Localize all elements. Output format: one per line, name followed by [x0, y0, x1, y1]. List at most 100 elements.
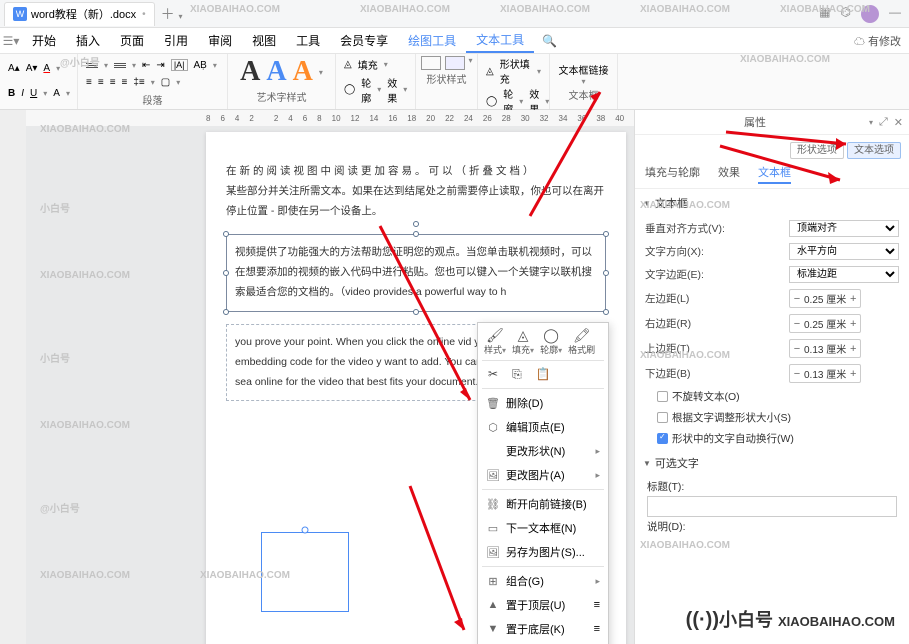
chk-norotate[interactable] — [657, 391, 668, 402]
wordart-style-3[interactable]: A — [293, 56, 313, 88]
paste-icon[interactable]: 📋 — [536, 367, 551, 382]
left-margin-spinner[interactable]: −0.25 厘米+ — [789, 289, 861, 308]
ctx-changeshape[interactable]: 更改形状(N)▸ — [478, 439, 608, 463]
add-tab-button[interactable]: ＋ ▾ — [161, 4, 183, 24]
ctx-nextbox[interactable]: ▭下一文本框(N) — [478, 516, 608, 540]
bold-icon[interactable]: B — [8, 88, 15, 99]
copy-icon[interactable]: ⎘ — [512, 367, 522, 382]
ctx-outline[interactable]: ◯轮廓▾ — [540, 327, 562, 356]
menu-texttool[interactable]: 文本工具 — [466, 28, 534, 53]
chk-resize[interactable] — [657, 412, 668, 423]
left-margin-label: 左边距(L) — [645, 291, 789, 306]
ctx-group[interactable]: ⊞组合(G)▸ — [478, 569, 608, 593]
shape-style-1[interactable] — [421, 56, 441, 70]
ctx-editpoints[interactable]: ⬡编辑顶点(E) — [478, 415, 608, 439]
menu-dropdown[interactable]: ☰▾ — [0, 34, 22, 48]
doc-tab[interactable]: W word教程（新）.docx • — [4, 2, 155, 26]
alt-title-input[interactable] — [647, 496, 897, 517]
wordart-style-2[interactable]: A — [266, 56, 286, 88]
menu-view[interactable]: 视图 — [242, 28, 286, 53]
bottom-margin-spinner[interactable]: −0.13 厘米+ — [789, 364, 861, 383]
italic-icon[interactable]: I — [21, 88, 24, 99]
align-left-icon[interactable]: ≡ — [86, 77, 92, 88]
align-center-icon[interactable]: ≡ — [98, 77, 104, 88]
font-color-icon[interactable]: A — [43, 63, 50, 74]
highlight-icon[interactable]: A — [53, 88, 60, 99]
brand-badge: ((·))小白号 XIAOBAIHAO.COM — [682, 604, 899, 634]
top-margin-label: 上边距(T) — [645, 341, 789, 356]
close-icon[interactable]: ✕ — [894, 116, 903, 129]
ctx-style[interactable]: 🖌样式▾ — [484, 327, 506, 356]
section-alt[interactable]: ▼可选文字 — [635, 449, 909, 477]
ctx-top-layer[interactable]: ▲置于顶层(U)≡ — [478, 593, 608, 617]
shape-fill-icon[interactable]: ◬ — [486, 66, 494, 77]
ctx-breaklink[interactable]: ⛓断开向前链接(B) — [478, 492, 608, 516]
valign-select[interactable]: 顶端对齐 — [789, 220, 899, 237]
alt-title-label: 标题(T): — [647, 479, 897, 494]
textbox-1-content: 视频提供了功能强大的方法帮助您证明您的观点。当您单击联机视频时，可以在想要添加的… — [235, 246, 592, 298]
shading-icon[interactable]: ▢ — [161, 77, 170, 88]
menu-tool[interactable]: 工具 — [286, 28, 330, 53]
align-justify-icon[interactable]: ≡ — [122, 77, 128, 88]
textdir-select[interactable]: 水平方向 — [789, 243, 899, 260]
subtab-fill[interactable]: 填充与轮廓 — [645, 164, 700, 184]
right-margin-label: 右边距(R) — [645, 316, 789, 331]
subtab-textbox[interactable]: 文本框 — [758, 164, 791, 184]
bottom-margin-label: 下边距(B) — [645, 366, 789, 381]
text-direction-icon[interactable]: |A| — [171, 59, 188, 71]
vertical-ruler — [0, 110, 26, 644]
ctx-savepic[interactable]: 🖼另存为图片(S)... — [478, 540, 608, 564]
properties-panel: 属性▾ ⤢ ✕ 形状选项 文本选项 填充与轮廓 效果 文本框 ▼文本框 垂直对齐… — [634, 110, 909, 644]
minimize-icon[interactable]: — — [889, 5, 901, 23]
list-bullet-icon[interactable] — [86, 62, 98, 69]
search-icon[interactable]: 🔍 — [534, 34, 565, 48]
shape-outline-icon[interactable]: ◯ — [486, 96, 497, 107]
right-margin-spinner[interactable]: −0.25 厘米+ — [789, 314, 861, 333]
list-number-icon[interactable] — [114, 62, 126, 69]
menu-drawtool[interactable]: 绘图工具 — [398, 28, 466, 53]
group-para-label: 段落 — [86, 91, 219, 107]
text-fill-icon[interactable]: ◬ — [344, 59, 352, 70]
subtab-effect[interactable]: 效果 — [718, 164, 740, 184]
avatar[interactable] — [861, 5, 879, 23]
ctx-formatbrush[interactable]: 🖍格式刷 — [568, 327, 595, 356]
pop-out-icon[interactable]: ⤢ — [879, 116, 888, 129]
indent-right-icon[interactable]: ⇥ — [156, 60, 164, 71]
shape-style-2[interactable] — [445, 56, 465, 70]
top-margin-spinner[interactable]: −0.13 厘米+ — [789, 339, 861, 358]
context-menu: 🖌样式▾ ◬填充▾ ◯轮廓▾ 🖍格式刷 ✂ ⎘ 📋 🗑删除(D) ⬡编辑顶点(E… — [477, 322, 609, 644]
underline-icon[interactable]: U — [30, 88, 37, 99]
char-spacing-icon[interactable]: AḄ — [194, 60, 207, 71]
align-right-icon[interactable]: ≡ — [110, 77, 116, 88]
cut-icon[interactable]: ✂ — [488, 367, 498, 382]
blue-rectangle[interactable] — [261, 532, 349, 612]
menu-reference[interactable]: 引用 — [154, 28, 198, 53]
ctx-fill[interactable]: ◬填充▾ — [512, 327, 534, 356]
page-text-line1: 在新的阅读视图中阅读更加容易。可以（折叠文档） — [226, 162, 606, 182]
valign-label: 垂直对齐方式(V): — [645, 221, 789, 236]
ctx-bottom-layer[interactable]: ▼置于底层(K)≡ — [478, 617, 608, 641]
chk-autowrap[interactable] — [657, 433, 668, 444]
textbox-1[interactable]: 视频提供了功能强大的方法帮助您证明您的观点。当您单击联机视频时，可以在想要添加的… — [226, 234, 606, 312]
font-bigger-icon[interactable]: A▴ — [8, 63, 20, 74]
grid-icon[interactable]: ▦ — [819, 5, 830, 23]
font-smaller-icon[interactable]: A▾ — [26, 63, 38, 74]
menu-review[interactable]: 审阅 — [198, 28, 242, 53]
indent-left-icon[interactable]: ⇤ — [142, 60, 150, 71]
tab-shape-option[interactable]: 形状选项 — [790, 142, 844, 159]
menu-start[interactable]: 开始 — [22, 28, 66, 53]
tab-text-option[interactable]: 文本选项 — [847, 142, 901, 159]
ctx-delete[interactable]: 🗑删除(D) — [478, 391, 608, 415]
cube-icon[interactable]: ⌬ — [841, 5, 851, 23]
textmargin-select[interactable]: 标准边距 — [789, 266, 899, 283]
menu-insert[interactable]: 插入 — [66, 28, 110, 53]
menu-page[interactable]: 页面 — [110, 28, 154, 53]
ctx-changepic[interactable]: 🖼更改图片(A)▸ — [478, 463, 608, 487]
menu-vip[interactable]: 会员专享 — [330, 28, 398, 53]
text-outline-icon[interactable]: ◯ — [344, 84, 355, 95]
section-textbox[interactable]: ▼文本框 — [635, 189, 909, 217]
line-spacing-icon[interactable]: ‡≡ — [133, 77, 144, 88]
wordart-style-1[interactable]: A — [240, 56, 260, 88]
textbox-link-button[interactable]: 文本框链接 — [559, 62, 609, 77]
alt-desc-label: 说明(D): — [647, 519, 897, 534]
